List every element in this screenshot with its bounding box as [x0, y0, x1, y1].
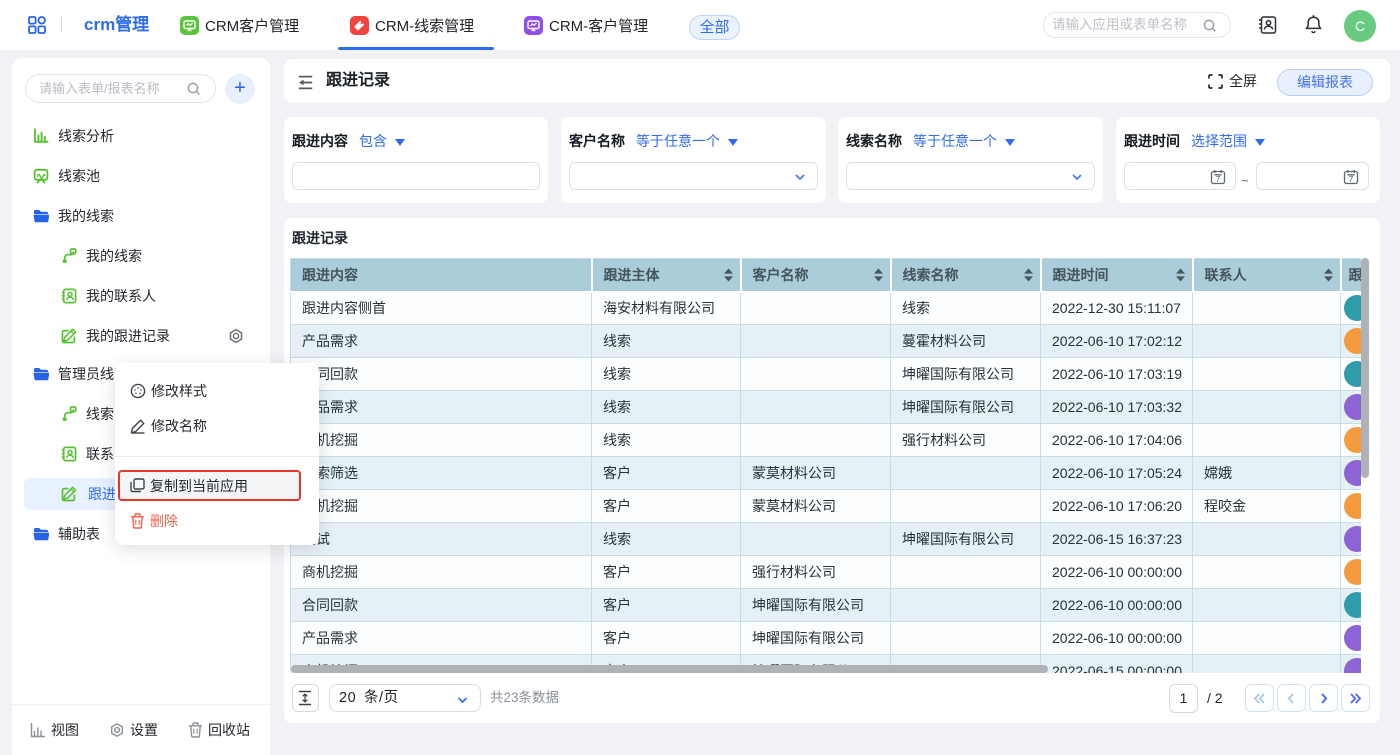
- svg-text:7: 7: [1216, 174, 1221, 184]
- svg-text:7: 7: [1349, 174, 1354, 184]
